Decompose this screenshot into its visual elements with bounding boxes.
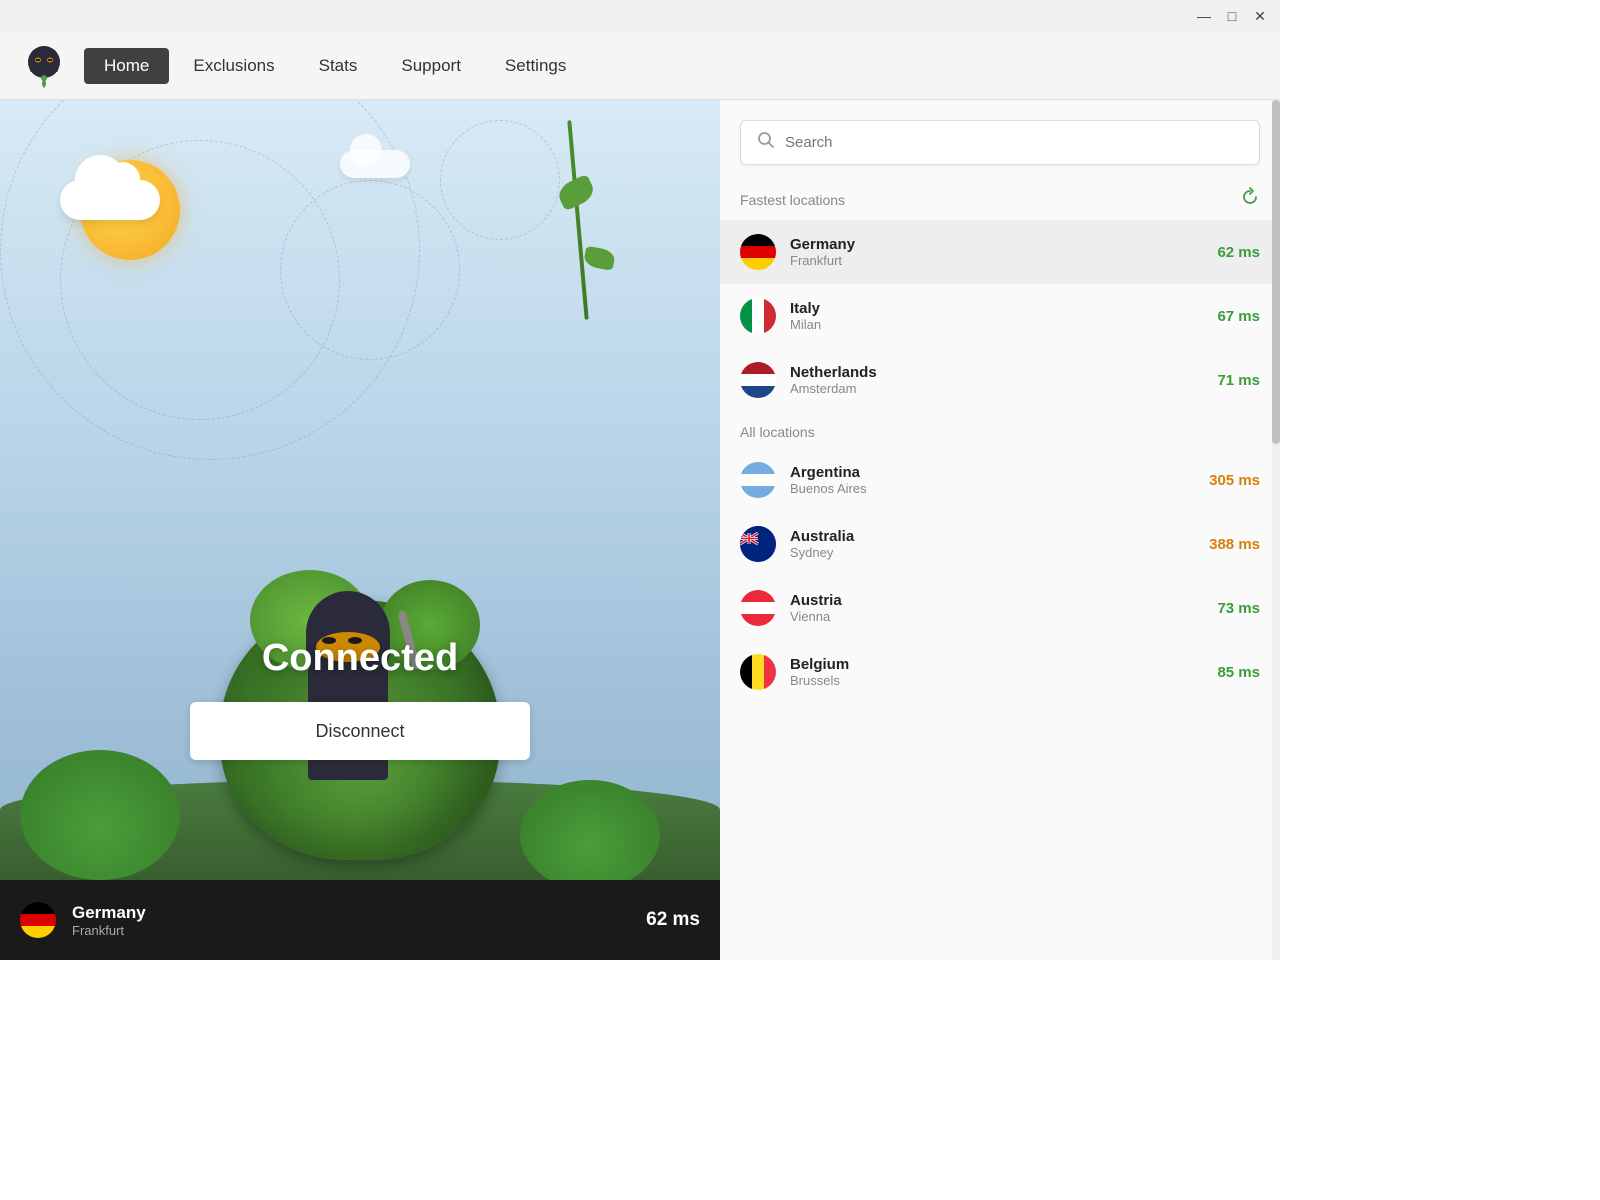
location-info-argentina: Argentina Buenos Aires [790, 464, 1195, 496]
all-locations-title: All locations [740, 424, 815, 440]
main-container: Connected Disconnect Germany Frankfurt 6… [0, 100, 1280, 960]
scrollbar-thumb[interactable] [1272, 100, 1280, 444]
location-info-austria: Austria Vienna [790, 592, 1203, 624]
latency-austria: 73 ms [1217, 600, 1260, 617]
locations-list[interactable]: Fastest locations Germany Frankfurt 62 m… [720, 175, 1280, 960]
status-bar: Germany Frankfurt 62 ms [0, 880, 720, 960]
search-input[interactable] [785, 134, 1243, 151]
nav-item-support[interactable]: Support [381, 48, 481, 84]
status-flag [20, 902, 56, 938]
latency-belgium: 85 ms [1217, 664, 1260, 681]
title-bar: — □ ✕ [0, 0, 1280, 32]
flag-germany [740, 234, 776, 270]
bush-right [520, 780, 660, 890]
location-argentina[interactable]: Argentina Buenos Aires 305 ms [720, 448, 1280, 512]
nav-item-stats[interactable]: Stats [299, 48, 378, 84]
location-info-germany: Germany Frankfurt [790, 236, 1203, 268]
search-icon [757, 131, 775, 154]
flag-australia [740, 526, 776, 562]
status-latency: 62 ms [646, 909, 700, 931]
location-info-australia: Australia Sydney [790, 528, 1195, 560]
flag-austria [740, 590, 776, 626]
location-australia[interactable]: Australia Sydney 388 ms [720, 512, 1280, 576]
search-container [720, 100, 1280, 175]
close-button[interactable]: ✕ [1248, 4, 1272, 28]
location-info-italy: Italy Milan [790, 300, 1203, 332]
location-austria[interactable]: Austria Vienna 73 ms [720, 576, 1280, 640]
status-country: Germany [72, 903, 630, 923]
right-panel: Fastest locations Germany Frankfurt 62 m… [720, 100, 1280, 960]
flag-italy [740, 298, 776, 334]
cloud-small [340, 150, 410, 178]
disconnect-button[interactable]: Disconnect [190, 702, 530, 760]
scrollbar-track[interactable] [1272, 100, 1280, 960]
fastest-locations-header: Fastest locations [720, 175, 1280, 220]
flag-argentina [740, 462, 776, 498]
fastest-location-germany[interactable]: Germany Frankfurt 62 ms [720, 220, 1280, 284]
location-belgium[interactable]: Belgium Brussels 85 ms [720, 640, 1280, 704]
location-info-belgium: Belgium Brussels [790, 656, 1203, 688]
nav-bar: Home Exclusions Stats Support Settings [0, 32, 1280, 100]
status-location: Germany Frankfurt [72, 903, 630, 938]
latency-australia: 388 ms [1209, 536, 1260, 553]
search-box [740, 120, 1260, 165]
minimize-button[interactable]: — [1192, 4, 1216, 28]
location-info-netherlands: Netherlands Amsterdam [790, 364, 1203, 396]
deco-circle-4 [440, 120, 560, 240]
fastest-location-netherlands[interactable]: Netherlands Amsterdam 71 ms [720, 348, 1280, 412]
all-locations-header: All locations [720, 412, 1280, 448]
fastest-locations-title: Fastest locations [740, 192, 845, 208]
latency-italy: 67 ms [1217, 308, 1260, 325]
connected-text: Connected [262, 637, 458, 680]
latency-argentina: 305 ms [1209, 472, 1260, 489]
fastest-location-italy[interactable]: Italy Milan 67 ms [720, 284, 1280, 348]
deco-circle-3 [280, 180, 460, 360]
nav-item-home[interactable]: Home [84, 48, 169, 84]
bush-left [20, 750, 180, 880]
latency-netherlands: 71 ms [1217, 372, 1260, 389]
status-city: Frankfurt [72, 923, 630, 938]
left-panel: Connected Disconnect Germany Frankfurt 6… [0, 100, 720, 960]
nav-item-exclusions[interactable]: Exclusions [173, 48, 294, 84]
app-logo [20, 42, 68, 90]
cloud-main [60, 180, 160, 220]
flag-belgium [740, 654, 776, 690]
maximize-button[interactable]: □ [1220, 4, 1244, 28]
latency-germany: 62 ms [1217, 244, 1260, 261]
flag-netherlands [740, 362, 776, 398]
nav-item-settings[interactable]: Settings [485, 48, 586, 84]
refresh-icon[interactable] [1240, 187, 1260, 212]
